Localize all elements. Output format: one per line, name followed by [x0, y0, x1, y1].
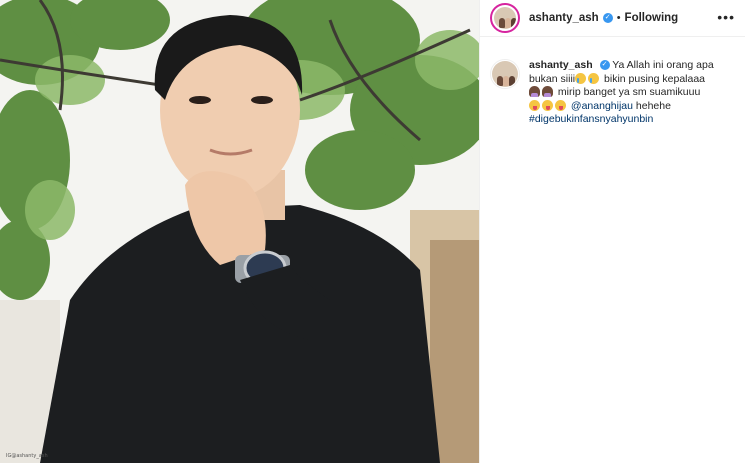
caption-text-part: hehehe	[635, 99, 671, 112]
post-sidebar: ashanty_ash ✓ • Following ••• ashanty_as…	[480, 0, 745, 463]
instagram-post: IG@ashanty_ash ashanty_ash ✓ • Following…	[0, 0, 745, 463]
post-image	[0, 0, 479, 463]
crying-face-icon	[588, 72, 600, 84]
photo-watermark: IG@ashanty_ash	[6, 453, 48, 459]
hashtag-link[interactable]: #digebukinfansnyahyunbin	[529, 113, 653, 125]
face-with-tongue-icon	[529, 99, 540, 111]
face-with-tongue-icon	[555, 99, 566, 111]
caption-text-part: bikin pusing kepalaaa	[604, 72, 706, 85]
post-header: ashanty_ash ✓ • Following •••	[480, 0, 745, 37]
username-link[interactable]: ashanty_ash	[529, 12, 599, 24]
mention-link[interactable]: @ananghijau	[571, 100, 633, 112]
more-options-icon[interactable]: •••	[717, 10, 735, 24]
caption-avatar[interactable]	[490, 59, 520, 89]
woman-icon	[529, 86, 540, 97]
post-photo[interactable]: IG@ashanty_ash	[0, 0, 480, 463]
user-avatar[interactable]	[490, 3, 520, 33]
face-with-tongue-icon	[542, 99, 553, 111]
caption-comment: ashanty_ash ✓ Ya Allah ini orang apa buk…	[480, 37, 745, 127]
verified-badge-icon: ✓	[602, 13, 613, 23]
avatar-image	[494, 7, 516, 29]
caption-username-link[interactable]: ashanty_ash	[529, 59, 593, 71]
woman-icon	[542, 86, 553, 97]
caption-text-part: mirip banget ya sm suamikuuu	[557, 86, 701, 98]
separator-dot: •	[616, 12, 621, 24]
following-button[interactable]: Following	[625, 12, 679, 24]
crying-face-icon	[575, 72, 587, 84]
verified-badge-icon: ✓	[599, 60, 610, 71]
caption-text: ashanty_ash ✓ Ya Allah ini orang apa buk…	[529, 59, 729, 127]
avatar-image	[492, 61, 518, 87]
